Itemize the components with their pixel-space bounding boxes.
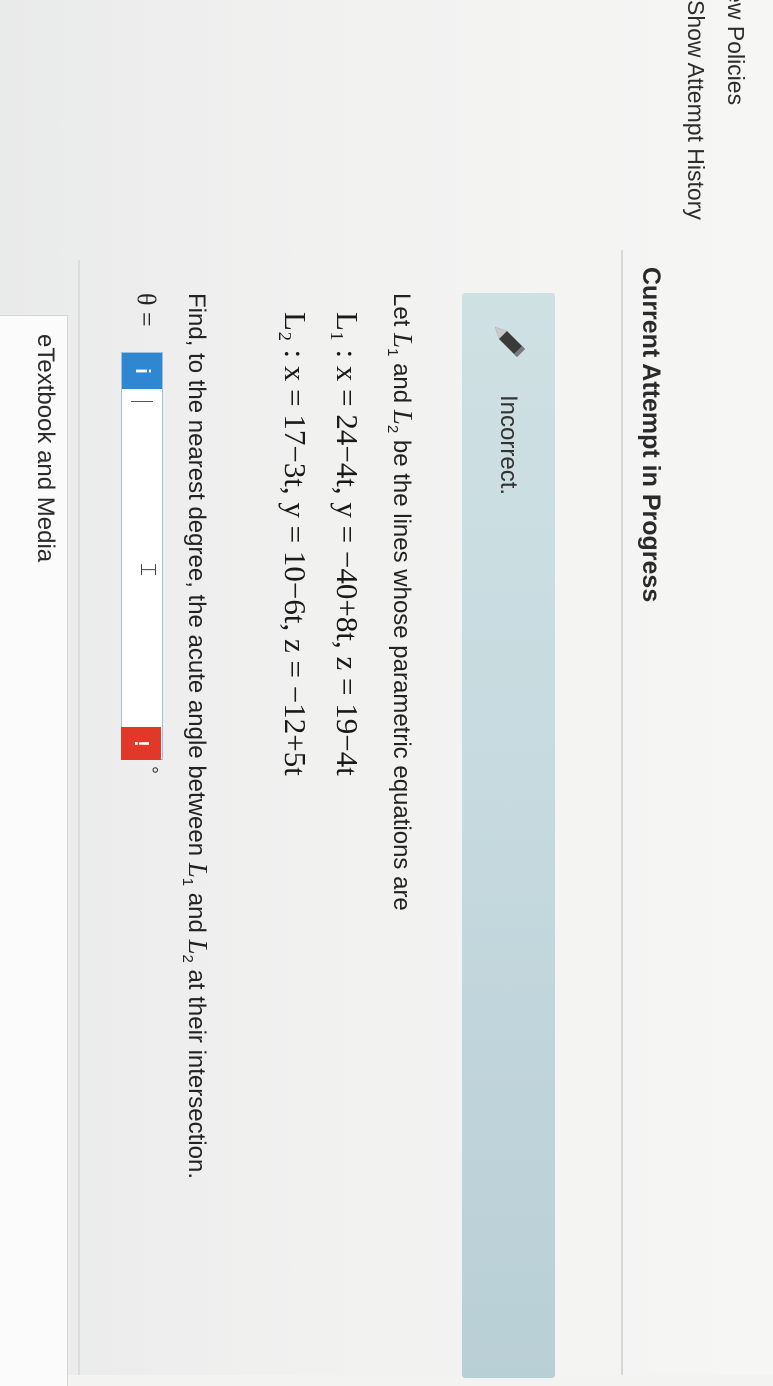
question-prompt: Find, to the nearest degree, the acute a…	[179, 293, 213, 1179]
current-attempt-heading: Current Attempt in Progress	[637, 267, 665, 603]
degree-unit: °	[139, 766, 161, 774]
intro-prefix: Let	[388, 293, 415, 334]
equation-line-2: L₂ : x = 17−3t, y = 10−6t, z = −12+5t	[278, 312, 313, 776]
find-line1-name: L	[183, 862, 213, 878]
intro-mid: and	[388, 356, 415, 410]
divider	[78, 260, 80, 1375]
show-attempt-history-link[interactable]: Show Attempt History	[682, 0, 709, 220]
feedback-status: Incorrect.	[495, 395, 522, 496]
ibeam-cursor-icon: ⌶	[135, 563, 160, 577]
theta-label: θ =	[132, 293, 161, 327]
answer-input[interactable]: i ⌶	[121, 352, 163, 760]
etextbook-label: eTextbook and Media	[32, 334, 59, 563]
find-line2-sub: 2	[179, 954, 197, 963]
error-icon[interactable]: !	[121, 727, 161, 760]
find-mid: and	[183, 886, 210, 940]
line2-name: L	[388, 409, 418, 425]
line2-sub: 2	[384, 424, 402, 434]
find-line2-name: L	[183, 939, 213, 955]
equation-line-1: L₁ : x = 24−4t, y = −40+8t, z = 19−4t	[330, 312, 365, 776]
divider	[621, 250, 623, 1375]
info-icon[interactable]: i	[122, 353, 162, 389]
find-line1-sub: 1	[179, 877, 197, 887]
text-caret	[131, 401, 153, 402]
page-canvas: View Policies Show Attempt History Curre…	[0, 0, 773, 1386]
pencil-icon	[495, 327, 525, 357]
line1-name: L	[388, 333, 418, 349]
etextbook-panel[interactable]: eTextbook and Media	[0, 315, 68, 1386]
find-suffix: at their intersection.	[183, 962, 210, 1179]
view-policies-link[interactable]: View Policies	[722, 0, 749, 105]
intro-suffix: be the lines whose parametric equations …	[388, 433, 415, 911]
feedback-banner: Incorrect.	[462, 293, 555, 1378]
question-intro: Let L1 and L2 be the lines whose paramet…	[384, 293, 418, 911]
find-prefix: Find, to the nearest degree, the acute a…	[183, 293, 210, 863]
